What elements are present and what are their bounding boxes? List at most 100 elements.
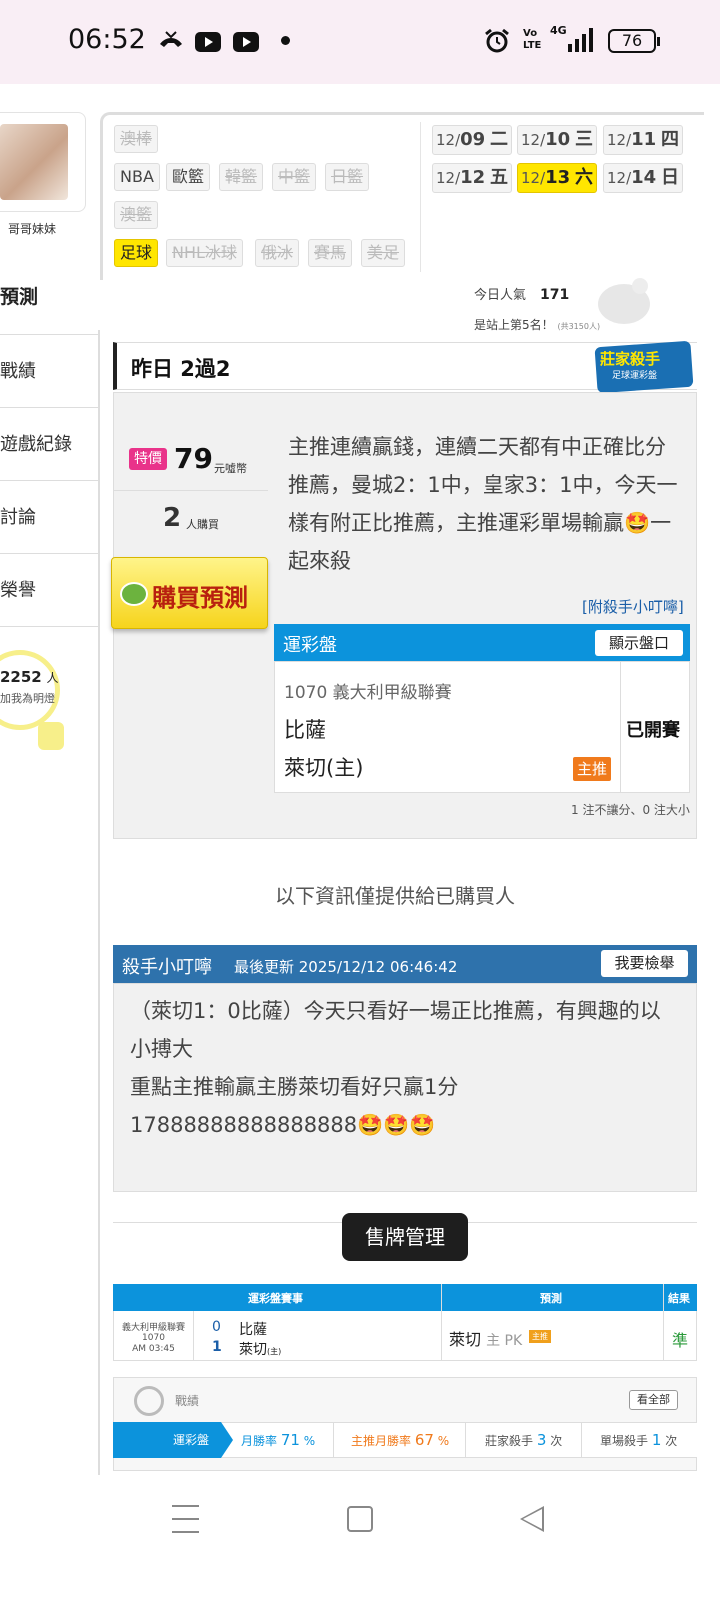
row-code: 1070 [142, 1333, 165, 1343]
popularity: 今日人氣 171 [474, 287, 570, 303]
sport-tab[interactable]: 韓籃 [219, 163, 264, 191]
signal-icon [568, 28, 598, 52]
date-tab[interactable]: 12/13 六 [517, 163, 597, 193]
fans-label: 加我為明燈 [0, 692, 55, 705]
score-home: 1 [212, 1339, 222, 1355]
result-cell: 準 [672, 1331, 689, 1350]
network-type: 4G [550, 24, 567, 37]
killer-note-updated: 最後更新 2025/12/12 06:46:42 [234, 958, 458, 976]
notification-dot-icon [281, 36, 290, 45]
buyers-count: 2 [163, 503, 182, 533]
sport-tab[interactable]: 足球 [114, 239, 159, 267]
home-icon[interactable] [347, 1506, 373, 1532]
date-tab[interactable]: 12/12 五 [432, 163, 512, 193]
team-away: 比薩 [284, 718, 326, 742]
sport-tab[interactable]: 澳棒 [114, 125, 159, 153]
sport-tab[interactable]: 賽馬 [308, 239, 353, 267]
lottery-title: 運彩盤 [283, 635, 337, 656]
stat-divider [465, 1422, 466, 1458]
lightbulb-base-icon [38, 722, 64, 750]
stat-month-win: 月勝率 71 % [241, 1431, 316, 1449]
stat-single-killer: 單場殺手 1 次 [600, 1431, 678, 1449]
buy-prediction-button[interactable]: 購買預測 [111, 557, 268, 629]
toast-message: 售牌管理 [342, 1213, 468, 1261]
row-time: AM 03:45 [132, 1344, 175, 1354]
recent-apps-icon[interactable] [172, 1505, 199, 1533]
match-divider [620, 661, 621, 793]
sidebar-item-honor[interactable]: 榮譽 [0, 554, 98, 627]
price-unit: 元噓幣 [214, 462, 247, 475]
row-team-away: 比薩 [239, 1322, 267, 1338]
system-nav-bar [0, 1476, 720, 1604]
buyers-unit: 人購買 [186, 518, 219, 531]
fairy-decoration-icon [588, 274, 660, 334]
sport-tab[interactable]: 美足 [361, 239, 406, 267]
prediction-description: 主推連續贏錢，連續二天都有中正確比分推薦，曼城2：1中，皇家3：1中，今天一樣有… [288, 435, 678, 573]
stat-divider [333, 1422, 334, 1458]
special-price-badge: 特價 [129, 448, 167, 470]
avatar[interactable] [0, 124, 68, 200]
sport-tab[interactable]: 俄冰 [255, 239, 300, 267]
badge-title: 莊家殺手 [600, 350, 661, 368]
date-tab[interactable]: 12/09 二 [432, 125, 512, 155]
youtube-icon [233, 32, 259, 52]
sidebar-item-game-log[interactable]: 遊戲紀錄 [0, 408, 98, 481]
date-tab[interactable]: 12/14 日 [603, 163, 683, 193]
sidebar-menu: 戰績 遊戲紀錄 討論 榮譽 [0, 334, 98, 627]
sidebar-item-record[interactable]: 戰績 [0, 335, 98, 408]
sport-tab[interactable]: NHL冰球 [166, 239, 243, 267]
sport-tab[interactable]: 澳籃 [114, 201, 159, 229]
column-header-match: 運彩盤賽事 [248, 1292, 303, 1305]
back-icon[interactable] [520, 1506, 544, 1532]
sport-tab[interactable]: 日籃 [325, 163, 370, 191]
battery-indicator: 76 [608, 29, 660, 53]
sport-tab[interactable]: 歐籃 [166, 163, 211, 191]
stat-banker-killer: 莊家殺手 3 次 [485, 1431, 563, 1449]
stats-category-label: 運彩盤 [173, 1433, 210, 1447]
fans-count: 2252 人 [0, 668, 59, 686]
sport-tab[interactable]: 中籃 [272, 163, 317, 191]
date-tab[interactable]: 12/10 三 [517, 125, 597, 155]
match-league: 1070 義大利甲級聯賽 [284, 683, 452, 703]
stat-divider [581, 1422, 582, 1458]
alarm-icon [484, 28, 510, 54]
killer-note-text: （萊切1：0比薩）今天只看好一場正比推薦，有興趣的以小搏大 重點主推輸贏主勝萊切… [130, 999, 661, 1137]
report-button[interactable]: 我要檢舉 [601, 950, 688, 977]
price-divider [113, 490, 268, 491]
volte-icon: Vo LTE [523, 28, 542, 51]
table-row [113, 1311, 697, 1361]
column-divider [441, 1284, 442, 1361]
column-divider [663, 1284, 664, 1361]
missed-call-icon [158, 30, 184, 48]
prediction-cell: 萊切 主 PK [449, 1330, 523, 1349]
buyers-only-note: 以下資訊僅提供給已購買人 [275, 884, 515, 908]
target-icon [134, 1386, 164, 1416]
result-table-header [113, 1284, 697, 1311]
buy-button-label: 購買預測 [152, 584, 248, 612]
killer-note-title: 殺手小叮嚀 [122, 957, 212, 978]
bet-count-note: 1 注不讓分、0 注大小 [571, 803, 690, 817]
main-pick-badge: 主推 [573, 757, 611, 781]
row-team-home: 萊切(主) [239, 1342, 282, 1358]
column-header-prediction: 預測 [540, 1292, 562, 1305]
sport-tab[interactable]: NBA [114, 163, 160, 191]
row-league: 義大利甲級聯賽 [121, 1323, 185, 1333]
profile-name: 哥哥妹妹 [8, 222, 57, 236]
date-tab[interactable]: 12/11 四 [603, 125, 683, 155]
sidebar-title: 預測 [0, 286, 39, 308]
filter-divider [420, 122, 421, 272]
prediction-main-badge: 主推 [529, 1330, 551, 1343]
price-value: 79 [174, 442, 213, 475]
stat-main-win: 主推月勝率 67 % [351, 1431, 450, 1449]
column-divider [193, 1311, 194, 1361]
youtube-icon [195, 32, 221, 52]
show-odds-button[interactable]: 顯示盤口 [595, 630, 683, 656]
sidebar-item-discussion[interactable]: 討論 [0, 481, 98, 554]
view-all-button[interactable]: 看全部 [629, 1390, 678, 1410]
sidebar-divider [98, 330, 100, 1475]
badge-subtitle: 足球運彩盤 [612, 371, 658, 381]
score-away: 0 [212, 1319, 221, 1335]
coin-icon [120, 582, 148, 606]
killer-note-link[interactable]: [附殺手小叮嚀] [582, 596, 684, 617]
status-time: 06:52 [68, 24, 146, 55]
